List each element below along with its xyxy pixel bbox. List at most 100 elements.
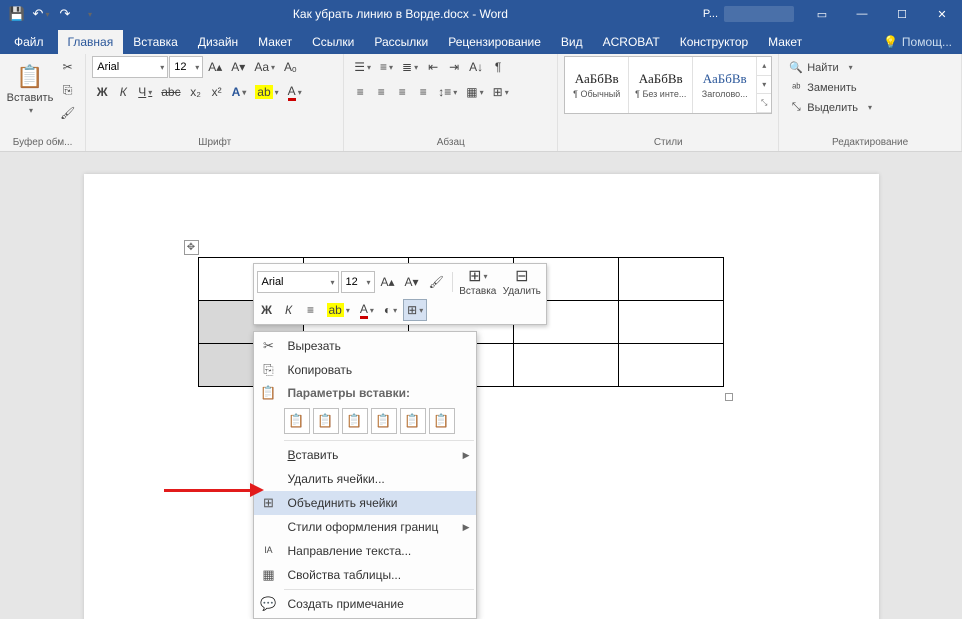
ctx-cut[interactable]: ✂Вырезать bbox=[254, 334, 476, 358]
paste-text-only[interactable]: 📋 bbox=[429, 408, 455, 434]
paste-keep-source[interactable]: 📋 bbox=[284, 408, 310, 434]
mini-align[interactable]: ≡ bbox=[301, 299, 321, 321]
account-area[interactable]: P... bbox=[695, 6, 802, 22]
tab-acrobat[interactable]: ACROBAT bbox=[593, 30, 670, 54]
redo-icon[interactable]: ↷ bbox=[54, 3, 76, 25]
underline-button[interactable]: Ч▾ bbox=[134, 81, 156, 103]
ctx-border-styles[interactable]: Стили оформления границ▶ bbox=[254, 515, 476, 539]
titlebar: 💾 ↶▾ ↷ ▾ Как убрать линию в Ворде.docx -… bbox=[0, 0, 962, 28]
select-button[interactable]: ⤡Выделить▾ bbox=[785, 98, 876, 117]
paste-overwrite[interactable]: 📋 bbox=[371, 408, 397, 434]
tab-table-design[interactable]: Конструктор bbox=[670, 30, 758, 54]
tab-design[interactable]: Дизайн bbox=[188, 30, 248, 54]
mini-insert-button[interactable]: ⊞▾Вставка bbox=[457, 267, 499, 297]
copy-button[interactable]: ⎘ bbox=[56, 79, 79, 101]
highlight-button[interactable]: ab▾ bbox=[251, 81, 282, 103]
paste-nest-table[interactable]: 📋 bbox=[342, 408, 368, 434]
mini-bold[interactable]: Ж bbox=[257, 299, 277, 321]
style-heading1[interactable]: АаБбВвЗаголово... bbox=[693, 57, 757, 113]
tell-me-search[interactable]: 💡 Помощ... bbox=[873, 30, 962, 54]
strikethrough-button[interactable]: abc bbox=[157, 81, 184, 103]
clear-formatting-button[interactable]: Aₒ bbox=[280, 56, 301, 78]
increase-indent-button[interactable]: ⇥ bbox=[444, 56, 464, 78]
table-resize-handle[interactable] bbox=[725, 393, 733, 401]
font-size-combo[interactable]: 12 bbox=[169, 56, 203, 78]
font-name-combo[interactable]: Arial bbox=[92, 56, 168, 78]
group-paragraph: ☰▾ ≡▾ ≣▾ ⇤ ⇥ A↓ ¶ ≡ ≡ ≡ ≡ ↕≡▾ ▦▾ ⊞▾ Абза… bbox=[344, 54, 558, 151]
ctx-insert[interactable]: Вставить▶ bbox=[254, 443, 476, 467]
ctx-text-direction[interactable]: ᴵᴬНаправление текста... bbox=[254, 539, 476, 563]
bold-button[interactable]: Ж bbox=[92, 81, 112, 103]
mini-italic[interactable]: К bbox=[279, 299, 299, 321]
paste-label: Вставить bbox=[7, 92, 54, 104]
format-painter-button[interactable]: 🖌 bbox=[56, 102, 79, 124]
align-right-button[interactable]: ≡ bbox=[392, 81, 412, 103]
replace-button[interactable]: ᵃᵇЗаменить bbox=[785, 78, 876, 97]
bullets-button[interactable]: ☰▾ bbox=[350, 56, 375, 78]
ctx-copy[interactable]: ⎘Копировать bbox=[254, 358, 476, 382]
mini-borders[interactable]: ⊞▾ bbox=[403, 299, 427, 321]
minimize-icon[interactable]: — bbox=[842, 0, 882, 28]
shading-button[interactable]: ▦▾ bbox=[462, 81, 487, 103]
qat-customize-icon[interactable]: ▾ bbox=[78, 3, 100, 25]
paste-button[interactable]: 📋 Вставить ▾ bbox=[6, 56, 54, 122]
text-effects-button[interactable]: A▾ bbox=[228, 81, 251, 103]
tab-mailings[interactable]: Рассылки bbox=[364, 30, 438, 54]
undo-icon[interactable]: ↶▾ bbox=[30, 3, 52, 25]
align-left-button[interactable]: ≡ bbox=[350, 81, 370, 103]
mini-font-combo[interactable]: Arial bbox=[257, 271, 339, 293]
mini-shrink-font[interactable]: A▾ bbox=[401, 271, 423, 293]
tab-layout[interactable]: Макет bbox=[248, 30, 302, 54]
ribbon-options-icon[interactable]: ▭ bbox=[802, 0, 842, 28]
mini-format-painter[interactable]: 🖌 bbox=[425, 271, 448, 293]
mini-size-combo[interactable]: 12 bbox=[341, 271, 375, 293]
ctx-delete-cells[interactable]: Удалить ячейки... bbox=[254, 467, 476, 491]
cut-button[interactable]: ✂ bbox=[56, 56, 79, 78]
multilevel-list-button[interactable]: ≣▾ bbox=[398, 56, 422, 78]
justify-button[interactable]: ≡ bbox=[413, 81, 433, 103]
subscript-button[interactable]: x₂ bbox=[186, 81, 206, 103]
maximize-icon[interactable]: ☐ bbox=[882, 0, 922, 28]
decrease-indent-button[interactable]: ⇤ bbox=[423, 56, 443, 78]
sort-button[interactable]: A↓ bbox=[465, 56, 487, 78]
tab-references[interactable]: Ссылки bbox=[302, 30, 364, 54]
tab-file[interactable]: Файл bbox=[0, 30, 58, 54]
page[interactable]: ✥ Arial 12 A▴ A▾ 🖌 ⊞▾Вставка ⊟Удалить Ж … bbox=[84, 174, 879, 619]
paste-insert-new[interactable]: 📋 bbox=[400, 408, 426, 434]
tab-table-layout[interactable]: Макет bbox=[758, 30, 812, 54]
style-normal[interactable]: АаБбВв¶ Обычный bbox=[565, 57, 629, 113]
tab-home[interactable]: Главная bbox=[58, 30, 124, 54]
close-icon[interactable]: ✕ bbox=[922, 0, 962, 28]
style-no-spacing[interactable]: АаБбВв¶ Без инте... bbox=[629, 57, 693, 113]
table-props-icon: ▦ bbox=[258, 567, 280, 583]
align-center-button[interactable]: ≡ bbox=[371, 81, 391, 103]
ctx-merge-cells[interactable]: ⊞Объединить ячейки bbox=[254, 491, 476, 515]
numbering-button[interactable]: ≡▾ bbox=[376, 56, 397, 78]
mini-grow-font[interactable]: A▴ bbox=[377, 271, 399, 293]
show-marks-button[interactable]: ¶ bbox=[488, 56, 508, 78]
mini-shading[interactable]: ◐▾ bbox=[380, 299, 401, 321]
ctx-new-comment[interactable]: 💬Создать примечание bbox=[254, 592, 476, 616]
styles-more[interactable]: ▴▾⤡ bbox=[757, 57, 771, 113]
find-button[interactable]: 🔍Найти▾ bbox=[785, 58, 876, 77]
line-spacing-button[interactable]: ↕≡▾ bbox=[434, 81, 461, 103]
styles-gallery[interactable]: АаБбВв¶ Обычный АаБбВв¶ Без инте... АаБб… bbox=[564, 56, 772, 114]
borders-button[interactable]: ⊞▾ bbox=[489, 81, 513, 103]
mini-highlight[interactable]: ab▾ bbox=[323, 299, 354, 321]
grow-font-button[interactable]: A▴ bbox=[204, 56, 226, 78]
ctx-table-properties[interactable]: ▦Свойства таблицы... bbox=[254, 563, 476, 587]
tab-review[interactable]: Рецензирование bbox=[438, 30, 551, 54]
change-case-button[interactable]: Aa▾ bbox=[250, 56, 279, 78]
tab-insert[interactable]: Вставка bbox=[123, 30, 188, 54]
mini-delete-button[interactable]: ⊟Удалить bbox=[501, 267, 543, 297]
paste-merge[interactable]: 📋 bbox=[313, 408, 339, 434]
save-icon[interactable]: 💾 bbox=[6, 3, 28, 25]
italic-button[interactable]: К bbox=[113, 81, 133, 103]
font-color-button[interactable]: A▾ bbox=[284, 81, 306, 103]
shrink-font-button[interactable]: A▾ bbox=[227, 56, 249, 78]
scissors-icon: ✂ bbox=[258, 338, 280, 354]
table-move-handle[interactable]: ✥ bbox=[184, 240, 199, 255]
mini-font-color[interactable]: A▾ bbox=[356, 299, 378, 321]
superscript-button[interactable]: x² bbox=[207, 81, 227, 103]
tab-view[interactable]: Вид bbox=[551, 30, 593, 54]
